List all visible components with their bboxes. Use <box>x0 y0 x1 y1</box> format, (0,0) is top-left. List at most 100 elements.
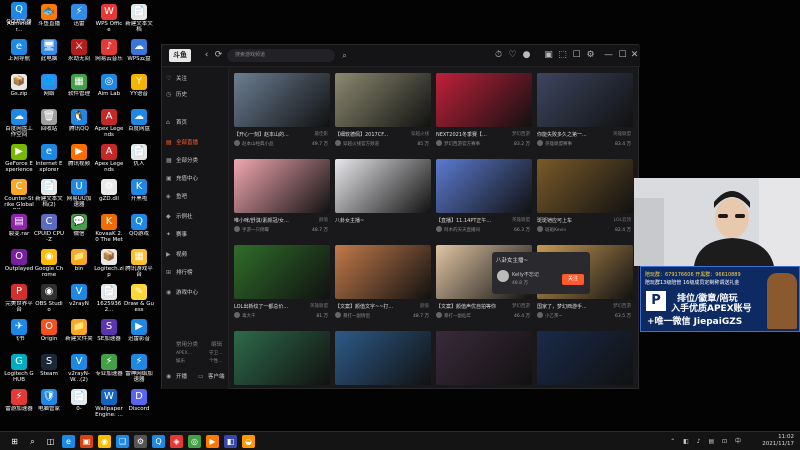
desktop-icon[interactable]: KKovaaK 2.0 The Meta <box>94 212 124 250</box>
room-title[interactable]: 八卦女主播~ <box>335 217 399 224</box>
sidebar-item[interactable]: ◷ 历史 <box>162 88 228 102</box>
desktop-icon[interactable]: A Apex Legends <box>94 107 124 145</box>
history-icon[interactable]: ⏱ <box>492 49 505 62</box>
streamer-name[interactable]: 梦幻西游官方赛事 <box>444 141 480 147</box>
desktop-icon[interactable]: 📄 0- <box>64 387 94 425</box>
desktop-icon[interactable]: P 完美世界平台 <box>4 282 34 320</box>
room-card[interactable]: 【文案】颜值文字~~打... 颜值 暴打一副情侣 48.7 万 <box>335 245 431 327</box>
desktop-icon[interactable]: ✈ 飞书 <box>4 317 34 355</box>
sidebar-item[interactable]: ♡ 关注 <box>162 72 228 86</box>
avatar[interactable] <box>537 140 543 146</box>
streamer-name[interactable]: 手游一只倒霉 <box>242 227 269 233</box>
room-title[interactable]: 【文案】颜值声优自拍等你 <box>436 303 500 310</box>
app-icon[interactable]: ◈ <box>170 435 183 448</box>
desktop-icon[interactable]: U 网易UU加速器 <box>64 177 94 215</box>
desktop-icon[interactable]: G Logitech G HUB <box>4 352 34 390</box>
gear-icon[interactable]: ⚙ <box>584 49 597 62</box>
media-icon[interactable]: ▶ <box>206 435 219 448</box>
room-thumbnail[interactable] <box>335 159 431 213</box>
room-card[interactable]: NEXT2021冬季赛【... 梦幻西游 梦幻西游官方赛事 83.2 万 <box>436 73 532 155</box>
room-thumbnail[interactable] <box>537 331 633 385</box>
room-title[interactable]: 【细软德佩】2017CF... <box>335 131 399 138</box>
room-thumbnail[interactable] <box>234 245 330 299</box>
sidebar-item[interactable]: ◆ 示例社 <box>162 210 228 224</box>
app-logo[interactable]: 斗鱼 <box>169 49 191 62</box>
screenshot-icon[interactable]: ⬚ <box>556 49 569 62</box>
desktop-icon[interactable]: ▶ 腾讯视频 <box>64 142 94 180</box>
avatar[interactable] <box>537 226 543 232</box>
desktop-icon[interactable]: ▦ 腾讯游戏平台 <box>124 247 154 285</box>
avatar[interactable] <box>537 312 543 318</box>
desktop-icon[interactable]: K 开黑啦 <box>124 177 154 215</box>
room-title[interactable]: 【直播】11.14PT正午... <box>436 217 500 224</box>
desktop-icon[interactable]: 🐧 腾讯QQ <box>64 107 94 145</box>
room-thumbnail[interactable] <box>335 73 431 127</box>
desktop-icon[interactable]: ⚡ 雷神网络加速器 <box>124 352 154 390</box>
desktop-icon[interactable]: 📄 新建文本文档(2) <box>34 177 64 215</box>
sidebar-item[interactable]: ⌂ 首页 <box>162 116 228 130</box>
desktop-icon[interactable]: Y YY语音 <box>124 72 154 110</box>
desktop-icon[interactable]: S Steam <box>34 352 64 390</box>
minimize-icon[interactable]: — <box>602 49 615 62</box>
desktop-icon[interactable]: ▶ GeForce Experience <box>4 142 34 180</box>
desktop-icon[interactable]: 🌐 网络 <box>34 72 64 110</box>
desktop-icon[interactable]: ▤ 裂变.rar <box>4 212 34 250</box>
room-card[interactable]: 你能失败多久之第一... 英雄联盟 英雄联盟赛事 83.4 万 <box>537 73 633 155</box>
skin-icon[interactable]: ☐ <box>570 49 583 62</box>
desktop-icon[interactable]: ☁ WPS云盘 <box>124 37 154 75</box>
room-card[interactable]: 【开心一刻】赵本山的... 最佳影 赵本山经典小品 49.7 万 <box>234 73 330 155</box>
room-title[interactable]: 唯小咪/舒淇/素颜冠/女... <box>234 217 298 224</box>
sidebar-item[interactable]: ▤ 全部直播 <box>162 136 228 150</box>
streamer-name[interactable]: 阿木的天天直播间 <box>444 227 480 233</box>
app-icon[interactable]: ◧ <box>224 435 237 448</box>
desktop-icon[interactable]: 💬 微信 <box>64 212 94 250</box>
task-view-icon[interactable]: ◫ <box>44 435 57 448</box>
search-icon[interactable]: ⌕ <box>338 49 351 62</box>
desktop-icon[interactable]: ◉ OBS Studio <box>34 282 64 320</box>
desktop-icon[interactable]: W Wallpaper Engine: ... <box>94 387 124 425</box>
room-title[interactable]: 国家了，梦幻西游手... <box>537 303 601 310</box>
room-thumbnail[interactable] <box>436 73 532 127</box>
desktop-icon[interactable]: CCounter-Strike Global Off... <box>4 177 34 215</box>
refresh-icon[interactable]: ⟳ <box>212 49 225 62</box>
streamer-name[interactable]: 斑斑Kevin <box>545 227 566 233</box>
room-card[interactable] <box>335 331 431 389</box>
avatar[interactable] <box>335 140 341 146</box>
desktop-icon[interactable]: S SE加速器 <box>94 317 124 355</box>
sidebar-item[interactable]: ✦ 赛事 <box>162 228 228 242</box>
streamer-name[interactable]: 穿越火线官方频道 <box>343 141 379 147</box>
sidebar-item[interactable]: ▶ 视频 <box>162 248 228 262</box>
avatar[interactable] <box>436 312 442 318</box>
search-icon[interactable]: ⌕ <box>26 435 39 448</box>
sidebar-item[interactable]: ◉ 游戏中心 <box>162 286 228 300</box>
desktop-icon[interactable]: ⚡ 专业加速器 <box>94 352 124 390</box>
desktop-icon[interactable]: 🗑 回收站 <box>34 107 64 145</box>
room-card[interactable] <box>436 331 532 389</box>
room-thumbnail[interactable] <box>537 159 633 213</box>
desktop-icon[interactable]: e Internet Explorer <box>34 142 64 180</box>
desktop-icon[interactable]: ▦ 软件管理 <box>64 72 94 110</box>
room-card[interactable]: 【细软德佩】2017CF... 穿越火线 穿越火线官方频道 85 万 <box>335 73 431 155</box>
room-thumbnail[interactable] <box>234 331 330 385</box>
room-thumbnail[interactable] <box>335 331 431 385</box>
room-thumbnail[interactable] <box>436 331 532 385</box>
streamer-name[interactable]: 赵本山经典小品 <box>242 141 274 147</box>
favorite-category[interactable]: APEX... <box>162 350 195 358</box>
streamer-name[interactable]: 暴打一副情侣 <box>343 313 370 319</box>
avatar[interactable] <box>234 226 240 232</box>
room-thumbnail[interactable] <box>234 159 330 213</box>
avatar[interactable] <box>436 140 442 146</box>
avatar[interactable] <box>497 270 509 282</box>
desktop-icon[interactable]: Vv2rayN-W...(2) <box>64 352 94 390</box>
desktop-icon[interactable]: 🛡 电脑管家 <box>34 387 64 425</box>
favorite-category[interactable]: 守卫... <box>195 350 228 358</box>
room-title[interactable]: LOL出新纹了一都总价... <box>234 303 298 310</box>
qq-icon[interactable]: Q <box>152 435 165 448</box>
desktop-icon[interactable]: ♪ 网易云音乐 <box>94 37 124 75</box>
app-icon[interactable]: ◎ <box>188 435 201 448</box>
desktop-icon[interactable]: O Origin <box>34 317 64 355</box>
desktop-icon[interactable]: 📁 bin <box>64 247 94 285</box>
desktop-icon[interactable]: 📦 Gs.zip <box>4 72 34 110</box>
room-card[interactable]: LOL出新纹了一都总价... 英雄联盟 毒大千 81 万 <box>234 245 330 327</box>
start-stream-button[interactable]: ◉ 开播 <box>162 370 194 384</box>
